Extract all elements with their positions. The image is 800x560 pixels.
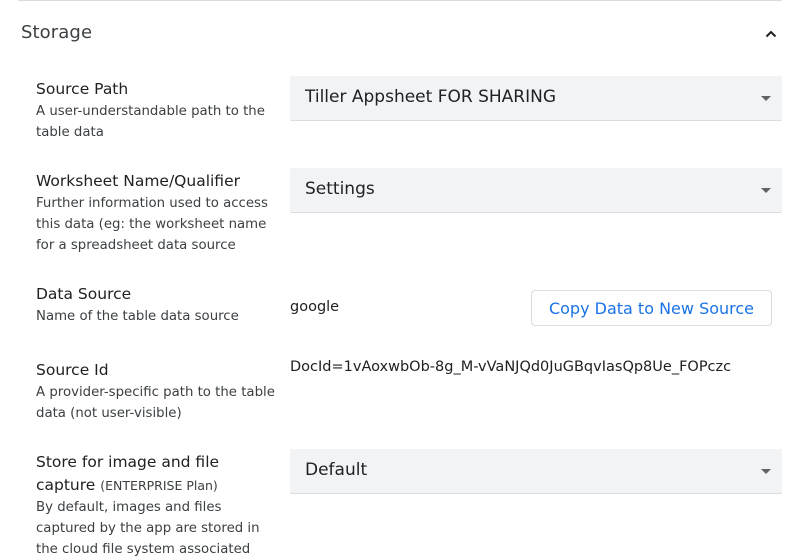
source-id-value: DocId=1vAoxwbOb-8g_M-vVaNJQd0JuGBqvIasQp… [290,359,732,375]
field-description: Further information used to access this … [36,196,268,253]
section-title: Storage [21,22,93,43]
select-value: Default [305,460,368,480]
field-label: Source Id [36,361,109,379]
store-image-select[interactable]: Default [290,449,782,494]
field-description: A user-understandable path to the table … [36,104,265,140]
caret-down-icon [761,188,771,193]
plan-badge: (ENTERPRISE Plan) [100,478,218,493]
select-value: Settings [305,179,375,199]
field-label: Worksheet Name/Qualifier [36,172,240,190]
caret-down-icon [761,469,771,474]
select-value: Tiller Appsheet FOR SHARING [305,87,557,107]
copy-data-to-new-source-button[interactable]: Copy Data to New Source [531,290,772,326]
storage-section-header[interactable]: Storage [21,20,781,48]
top-divider [18,0,782,1]
field-description: By default, images and files captured by… [36,500,260,557]
worksheet-select[interactable]: Settings [290,168,782,213]
caret-down-icon [761,96,771,101]
chevron-up-icon[interactable] [763,26,779,42]
field-description: Name of the table data source [36,309,239,324]
field-label: Store for image and file capture (ENTERP… [36,451,276,497]
data-source-value: google [290,299,340,315]
field-label: Source Path [36,80,129,98]
source-path-select[interactable]: Tiller Appsheet FOR SHARING [290,76,782,121]
field-label: Data Source [36,285,132,303]
field-description: A provider-specific path to the table da… [36,385,275,421]
